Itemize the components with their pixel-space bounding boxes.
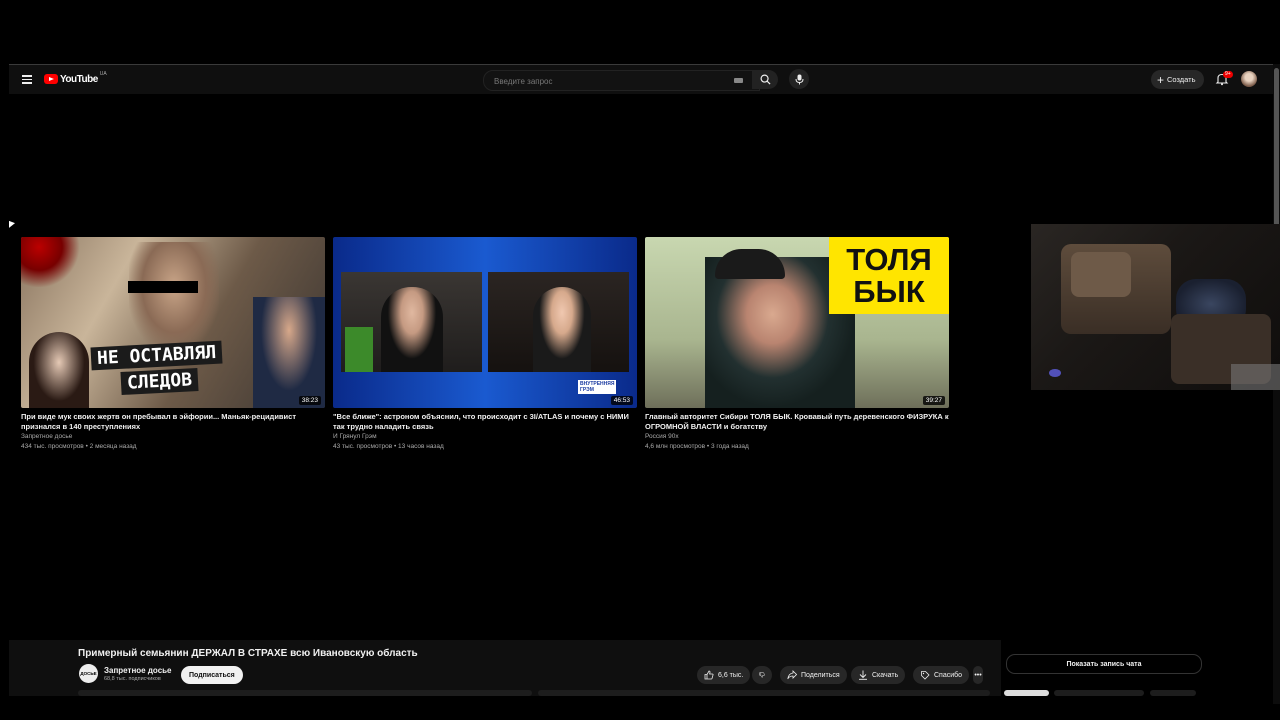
share-icon <box>787 670 797 680</box>
video-card[interactable]: ВНУТРЕННЯЯ ГРЭМ 46:53 "Все ближе": астро… <box>333 237 637 452</box>
thumbnail-green-chair <box>345 327 373 372</box>
thumbnail-woman <box>29 332 89 408</box>
webcam-cushion <box>1071 252 1131 297</box>
thumbnail-blood-splatter <box>21 237 81 287</box>
video-channel[interactable]: И Грянул Грэм <box>333 432 637 442</box>
webcam-overlay <box>1031 224 1280 390</box>
video-card[interactable]: НЕ ОСТАВЛЯЛ СЛЕДОВ 38:23 При виде мук св… <box>21 237 325 452</box>
search-button[interactable] <box>752 70 778 89</box>
video-meta: 4,6 млн просмотров • 3 года назад <box>645 443 749 450</box>
microphone-icon <box>795 74 803 84</box>
video-thumbnail[interactable]: ТОЛЯ БЫК 39:27 <box>645 237 949 408</box>
account-avatar[interactable] <box>1241 71 1257 87</box>
thumbs-up-icon <box>704 670 714 680</box>
video-duration: 38:23 <box>298 396 321 405</box>
video-title[interactable]: При виде мук своих жертв он пребывал в э… <box>21 412 325 432</box>
mouse-cursor <box>9 220 15 231</box>
search-box[interactable] <box>483 70 760 91</box>
show-chat-replay-button[interactable]: Показать запись чата <box>1006 654 1202 674</box>
top-bar: YouTube UA + Создать 9+ <box>9 64 1273 94</box>
create-button[interactable]: + Создать <box>1151 70 1204 89</box>
share-button[interactable]: Поделиться <box>780 666 847 684</box>
video-title[interactable]: "Все ближе": астроном объяснил, что прои… <box>333 412 637 432</box>
chip-all[interactable] <box>1004 690 1049 696</box>
youtube-play-icon <box>44 74 58 84</box>
channel-avatar[interactable]: ДОСЬЕ <box>79 664 98 683</box>
chip-more[interactable] <box>1150 690 1196 696</box>
download-button[interactable]: Скачать <box>851 666 906 684</box>
like-count: 6,6 тыс. <box>718 671 744 679</box>
webcam-light <box>1049 369 1061 377</box>
description-box-edge <box>78 690 532 696</box>
video-channel[interactable]: Россия 90х <box>645 432 949 442</box>
share-label: Поделиться <box>801 671 840 679</box>
webcam-blanket <box>1231 364 1280 390</box>
dislike-button[interactable] <box>752 666 772 684</box>
thumbnail-man <box>129 242 219 352</box>
notifications-badge: 9+ <box>1223 71 1233 78</box>
video-thumbnail[interactable]: ВНУТРЕННЯЯ ГРЭМ 46:53 <box>333 237 637 408</box>
voice-search-button[interactable] <box>789 69 809 89</box>
download-label: Скачать <box>872 671 899 679</box>
channel-subscribers: 68,8 тыс. подписчиков <box>104 676 161 682</box>
thumbnail-text-1: НЕ ОСТАВЛЯЛ <box>90 340 223 371</box>
video-meta: 434 тыс. просмотров • 2 месяца назад <box>21 443 137 450</box>
region-code: UA <box>99 71 107 77</box>
thumbnail-title-box: ТОЛЯ БЫК <box>829 237 949 314</box>
thumbnail-cap <box>715 249 785 279</box>
comments-edge <box>538 690 990 696</box>
more-actions-button[interactable]: ••• <box>973 666 983 684</box>
logo-text: YouTube <box>60 73 98 85</box>
chip-related[interactable] <box>1054 690 1144 696</box>
thumbnail-text-2: БЫК <box>853 273 925 309</box>
video-page-title: Примерный семьянин ДЕРЖАЛ В СТРАХЕ всю И… <box>78 648 418 659</box>
thanks-button[interactable]: Спасибо <box>913 666 970 684</box>
plus-icon: + <box>1157 72 1165 87</box>
thumbnail-text-1: ТОЛЯ <box>846 241 932 277</box>
create-label: Создать <box>1167 75 1196 84</box>
scrollbar-thumb[interactable] <box>1274 68 1279 228</box>
thumbnail-host <box>533 287 591 372</box>
subscribe-button[interactable]: Подписаться <box>181 666 243 684</box>
download-icon <box>859 670 867 680</box>
thumbnail-officer <box>253 297 325 408</box>
keyboard-icon[interactable] <box>734 78 743 83</box>
video-card[interactable]: ТОЛЯ БЫК 39:27 Главный авторитет Сибири … <box>645 237 949 452</box>
menu-icon[interactable] <box>22 73 32 84</box>
thumbs-down-icon <box>759 672 765 678</box>
thumbnail-guest <box>381 287 443 372</box>
video-meta: 43 тыс. просмотров • 13 часов назад <box>333 443 444 450</box>
like-button[interactable]: 6,6 тыс. <box>697 666 751 684</box>
super-thanks-icon <box>921 671 930 680</box>
thumbnail-logo-line-2: ГРЭМ <box>580 387 594 393</box>
thanks-label: Спасибо <box>934 671 963 679</box>
search-input[interactable] <box>492 74 726 88</box>
thumbnail-left-frame <box>341 272 482 372</box>
thumbnail-text-2: СЛЕДОВ <box>120 368 199 395</box>
search-icon <box>760 74 771 85</box>
youtube-logo[interactable]: YouTube UA <box>44 71 107 85</box>
video-duration: 46:53 <box>610 396 633 405</box>
video-duration: 39:27 <box>922 396 945 405</box>
thumbnail-logo: ВНУТРЕННЯЯ ГРЭМ <box>578 380 617 394</box>
video-channel[interactable]: Запретное досье <box>21 432 325 442</box>
channel-name[interactable]: Запретное досье <box>104 666 172 675</box>
censor-bar <box>128 281 198 293</box>
video-title[interactable]: Главный авторитет Сибири ТОЛЯ БЫК. Крова… <box>645 412 949 432</box>
video-thumbnail[interactable]: НЕ ОСТАВЛЯЛ СЛЕДОВ 38:23 <box>21 237 325 408</box>
thumbnail-right-frame <box>488 272 629 372</box>
